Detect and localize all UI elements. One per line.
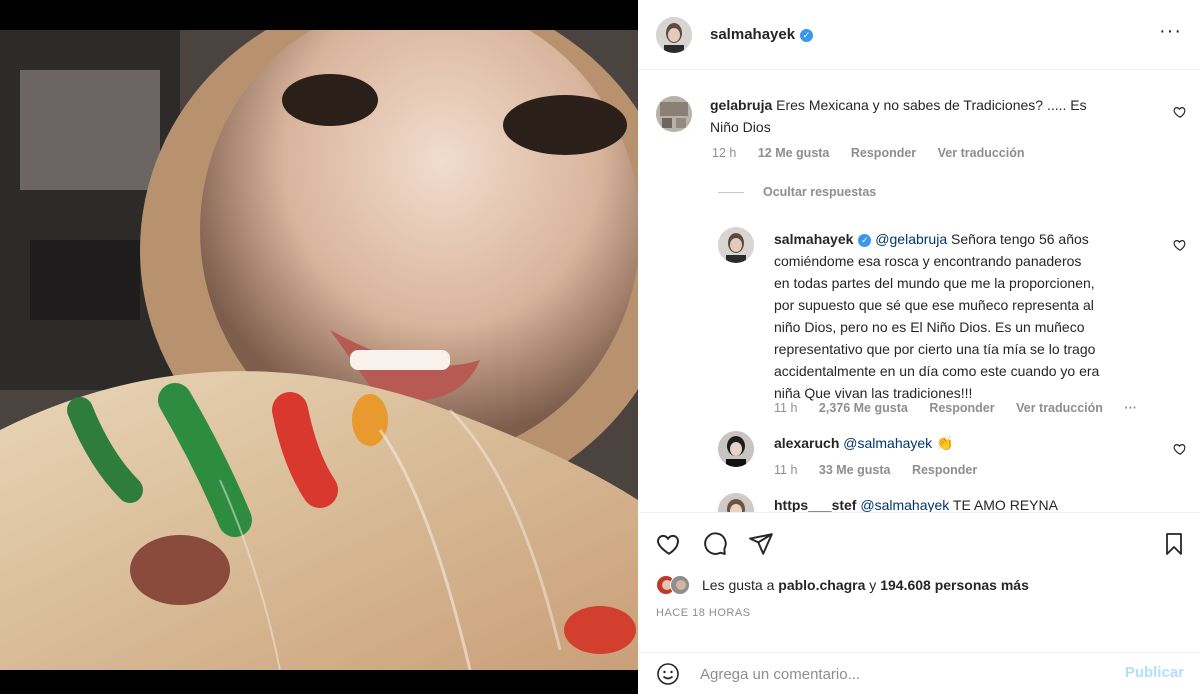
comment-text-cont: Niño Dios <box>710 119 771 135</box>
reply-time: 11 h <box>774 463 798 477</box>
translate-button[interactable]: Ver traducción <box>1016 401 1103 415</box>
clap-emoji: 👏 <box>936 435 954 451</box>
verified-badge-icon: ✓ <box>858 234 872 247</box>
likes-avatars <box>656 575 696 595</box>
likes-text: Les gusta a pablo.chagra y 194.608 perso… <box>702 577 1029 593</box>
publish-button[interactable]: Publicar <box>1125 664 1184 681</box>
comment-meta: 12 h 12 Me gusta Responder Ver traducció… <box>712 146 1043 160</box>
reply-text-line: comiéndome esa rosca y encontrando panad… <box>774 253 1082 269</box>
reply-text-line: niña Que vivan las tradiciones!!! <box>774 385 973 401</box>
reply-more-icon[interactable]: ··· <box>1124 401 1137 415</box>
reply-button[interactable]: Responder <box>912 463 977 477</box>
reply-username[interactable]: https___stef <box>774 497 856 512</box>
reply-avatar[interactable] <box>718 227 754 263</box>
post-header: salmahayek ✓ ··· <box>638 0 1200 70</box>
reply-button[interactable]: Responder <box>851 146 916 160</box>
reply-mention[interactable]: @gelabruja <box>875 231 947 247</box>
reply-text-line: representativo que por cierto una tía mí… <box>774 341 1096 357</box>
post-actions: Les gusta a pablo.chagra y 194.608 perso… <box>638 512 1200 652</box>
comment-bubble-icon[interactable] <box>702 531 728 557</box>
translate-button[interactable]: Ver traducción <box>938 146 1025 160</box>
post-timestamp[interactable]: HACE 18 HORAS <box>656 607 751 619</box>
post-sidebar: salmahayek ✓ ··· gelabruja Eres Mexicana … <box>638 0 1200 694</box>
author-username-row: salmahayek ✓ <box>710 26 814 43</box>
comment-body: gelabruja Eres Mexicana y no sabes de Tr… <box>710 94 1170 138</box>
like-reply-heart-icon[interactable] <box>1173 442 1187 456</box>
save-bookmark-icon[interactable] <box>1162 531 1186 557</box>
reply-username[interactable]: alexaruch <box>774 435 839 451</box>
reply-body: salmahayek ✓ @gelabruja Señora tengo 56 a… <box>774 228 1166 404</box>
reply-likes[interactable]: 33 Me gusta <box>819 463 891 477</box>
verified-badge-icon: ✓ <box>800 29 814 42</box>
reply-text: TE AMO REYNA <box>952 497 1058 512</box>
reply-mention[interactable]: @salmahayek <box>860 497 949 512</box>
post-photo[interactable] <box>0 30 638 670</box>
reply-text-line: accidentalmente en un día como este cuan… <box>774 363 1100 379</box>
add-comment-bar: Publicar <box>638 652 1200 694</box>
photo-illustration <box>0 30 638 670</box>
comment-username[interactable]: gelabruja <box>710 97 772 113</box>
more-options-icon[interactable]: ··· <box>1159 20 1182 43</box>
share-paper-plane-icon[interactable] <box>748 531 774 557</box>
like-heart-icon[interactable] <box>656 531 682 557</box>
reply-body: https___stef @salmahayek TE AMO REYNA <box>774 494 1166 512</box>
author-avatar[interactable] <box>656 17 692 53</box>
reply-mention[interactable]: @salmahayek <box>843 435 932 451</box>
reply-likes[interactable]: 2,376 Me gusta <box>819 401 908 415</box>
reply-button[interactable]: Responder <box>929 401 994 415</box>
like-comment-heart-icon[interactable] <box>1173 105 1187 119</box>
reply-meta: 11 h 2,376 Me gusta Responder Ver traduc… <box>774 401 1155 415</box>
author-username[interactable]: salmahayek <box>710 26 795 43</box>
comments-list[interactable]: gelabruja Eres Mexicana y no sabes de Tr… <box>638 70 1200 512</box>
reply-time: 11 h <box>774 401 798 415</box>
reply-text-line: niño Dios, pero no es El Niño Dios. Es u… <box>774 319 1085 335</box>
likes-middle: y <box>865 577 881 593</box>
hide-replies-button[interactable]: Ocultar respuestas <box>763 185 876 199</box>
reply-text-line: por supuesto que sé que ese muñeco repre… <box>774 297 1094 313</box>
emoji-smiley-icon[interactable] <box>656 662 680 686</box>
likes-count[interactable]: 194.608 personas más <box>880 577 1029 593</box>
comment-input[interactable] <box>700 661 1100 687</box>
comment-text: Eres Mexicana y no sabes de Tradiciones?… <box>776 97 1087 113</box>
likes-prefix: Les gusta a <box>702 577 779 593</box>
reply-meta: 11 h 33 Me gusta Responder <box>774 463 995 477</box>
comment-likes[interactable]: 12 Me gusta <box>758 146 830 160</box>
like-reply-heart-icon[interactable] <box>1173 238 1187 252</box>
comment-time: 12 h <box>712 146 737 160</box>
replies-divider <box>718 192 744 193</box>
liker-avatar <box>670 575 690 595</box>
reply-body: alexaruch @salmahayek 👏 <box>774 432 1166 454</box>
reply-avatar[interactable] <box>718 493 754 512</box>
reply-username[interactable]: salmahayek <box>774 231 853 247</box>
reply-text-line: en todas partes del mundo que me la prop… <box>774 275 1095 291</box>
reply-text-line: Señora tengo 56 años <box>951 231 1089 247</box>
reply-avatar[interactable] <box>718 431 754 467</box>
commenter-avatar[interactable] <box>656 96 692 132</box>
liker-username[interactable]: pablo.chagra <box>778 577 865 593</box>
post-media[interactable] <box>0 0 638 694</box>
